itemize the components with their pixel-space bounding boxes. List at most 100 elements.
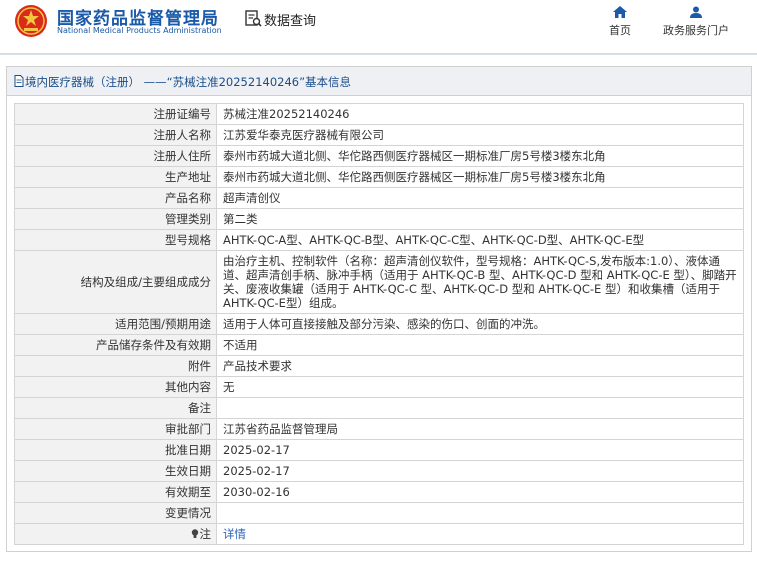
user-icon xyxy=(690,6,702,18)
field-value-text: AHTK-QC-A型、AHTK-QC-B型、AHTK-QC-C型、AHTK-QC… xyxy=(223,233,645,247)
table-row: 产品储存条件及有效期 不适用 xyxy=(14,334,744,356)
field-label-text: 其他内容 xyxy=(165,380,211,394)
field-value xyxy=(216,502,744,524)
field-label-text: 注册人住所 xyxy=(153,149,212,163)
field-label: 变更情况 xyxy=(14,502,217,524)
field-value-text: 超声清创仪 xyxy=(223,191,281,205)
field-label: 注 xyxy=(14,523,217,545)
field-value-text: 产品技术要求 xyxy=(223,359,292,373)
table-row: 注详情 xyxy=(14,523,744,545)
field-label: 产品储存条件及有效期 xyxy=(14,334,217,356)
lightbulb-icon xyxy=(191,529,198,538)
panel-title: 境内医疗器械（注册） ——“苏械注准20252140246”基本信息 xyxy=(25,75,352,89)
field-value: 苏械注准20252140246 xyxy=(216,103,744,125)
field-label: 附件 xyxy=(14,355,217,377)
field-label: 生效日期 xyxy=(14,460,217,482)
table-row: 有效期至 2030-02-16 xyxy=(14,481,744,503)
table-row: 型号规格 AHTK-QC-A型、AHTK-QC-B型、AHTK-QC-C型、AHT… xyxy=(14,229,744,251)
field-value: 泰州市药城大道北侧、华佗路西侧医疗器械区一期标准厂房5号楼3楼东北角 xyxy=(216,145,744,167)
table-row: 管理类别 第二类 xyxy=(14,208,744,230)
field-label-text: 管理类别 xyxy=(165,212,211,226)
field-label: 型号规格 xyxy=(14,229,217,251)
field-value: 不适用 xyxy=(216,334,744,356)
site-header: 国家药品监督管理局 National Medical Products Admi… xyxy=(0,0,757,50)
field-value-text: 江苏爱华泰克医疗器械有限公司 xyxy=(223,128,384,142)
field-label-text: 附件 xyxy=(188,359,211,373)
search-document-icon xyxy=(245,10,262,27)
field-label: 备注 xyxy=(14,397,217,419)
table-row: 产品名称 超声清创仪 xyxy=(14,187,744,209)
nav-service-portal[interactable]: 政务服务门户 xyxy=(656,6,736,38)
table-row: 注册证编号 苏械注准20252140246 xyxy=(14,103,744,125)
field-value: 江苏爱华泰克医疗器械有限公司 xyxy=(216,124,744,146)
field-value xyxy=(216,397,744,419)
table-row: 变更情况 xyxy=(14,502,744,524)
field-label-text: 生效日期 xyxy=(165,464,211,478)
field-value: 2030-02-16 xyxy=(216,481,744,503)
field-label-text: 备注 xyxy=(188,401,211,415)
field-label-text: 注 xyxy=(199,527,212,541)
field-value: 第二类 xyxy=(216,208,744,230)
field-value: AHTK-QC-A型、AHTK-QC-B型、AHTK-QC-C型、AHTK-QC… xyxy=(216,229,744,251)
field-value: 产品技术要求 xyxy=(216,355,744,377)
field-value-text: 第二类 xyxy=(223,212,258,226)
field-label-text: 适用范围/预期用途 xyxy=(115,317,211,331)
field-value-text: 江苏省药品监督管理局 xyxy=(223,422,338,436)
field-label: 生产地址 xyxy=(14,166,217,188)
field-label: 审批部门 xyxy=(14,418,217,440)
field-value: 2025-02-17 xyxy=(216,460,744,482)
field-value: 由治疗主机、控制软件（名称：超声清创仪软件，型号规格：AHTK-QC-S,发布版… xyxy=(216,250,744,314)
field-value-text: 2025-02-17 xyxy=(223,443,290,457)
field-label-text: 结构及组成/主要组成成分 xyxy=(80,275,211,289)
field-label-text: 批准日期 xyxy=(165,443,211,457)
field-label: 批准日期 xyxy=(14,439,217,461)
field-label-text: 产品名称 xyxy=(165,191,211,205)
field-value-text: 适用于人体可直接接触及部分污染、感染的伤口、创面的冲洗。 xyxy=(223,317,545,331)
field-value: 详情 xyxy=(216,523,744,545)
field-label-text: 生产地址 xyxy=(165,170,211,184)
field-label-text: 型号规格 xyxy=(165,233,211,247)
nmpa-emblem-icon[interactable] xyxy=(14,4,48,38)
field-value: 适用于人体可直接接触及部分污染、感染的伤口、创面的冲洗。 xyxy=(216,313,744,335)
field-label-text: 变更情况 xyxy=(165,506,211,520)
field-label-text: 有效期至 xyxy=(165,485,211,499)
document-icon xyxy=(14,75,24,87)
table-row: 附件 产品技术要求 xyxy=(14,355,744,377)
field-value-text: 无 xyxy=(223,380,235,394)
field-label: 其他内容 xyxy=(14,376,217,398)
field-label-text: 审批部门 xyxy=(165,422,211,436)
site-name-en: National Medical Products Administration xyxy=(57,26,222,35)
field-value: 泰州市药城大道北侧、华佗路西侧医疗器械区一期标准厂房5号楼3楼东北角 xyxy=(216,166,744,188)
field-value: 无 xyxy=(216,376,744,398)
table-row: 适用范围/预期用途 适用于人体可直接接触及部分污染、感染的伤口、创面的冲洗。 xyxy=(14,313,744,335)
nav-home[interactable]: 首页 xyxy=(606,6,634,38)
data-query-title: 数据查询 xyxy=(264,14,317,29)
field-value-text: 泰州市药城大道北侧、华佗路西侧医疗器械区一期标准厂房5号楼3楼东北角 xyxy=(223,149,606,163)
details-link[interactable]: 详情 xyxy=(223,527,246,541)
field-label: 适用范围/预期用途 xyxy=(14,313,217,335)
field-label-text: 注册人名称 xyxy=(153,128,212,142)
table-row: 注册人住所 泰州市药城大道北侧、华佗路西侧医疗器械区一期标准厂房5号楼3楼东北角 xyxy=(14,145,744,167)
nav-home-label: 首页 xyxy=(609,24,631,37)
field-label-text: 注册证编号 xyxy=(153,107,212,121)
field-value-text: 不适用 xyxy=(223,338,258,352)
table-row: 审批部门 江苏省药品监督管理局 xyxy=(14,418,744,440)
field-label: 产品名称 xyxy=(14,187,217,209)
field-label: 注册证编号 xyxy=(14,103,217,125)
home-icon xyxy=(613,6,627,18)
field-value-text: 2025-02-17 xyxy=(223,464,290,478)
table-row: 生效日期 2025-02-17 xyxy=(14,460,744,482)
field-value-text: 泰州市药城大道北侧、华佗路西侧医疗器械区一期标准厂房5号楼3楼东北角 xyxy=(223,170,606,184)
field-label: 管理类别 xyxy=(14,208,217,230)
field-value: 超声清创仪 xyxy=(216,187,744,209)
field-label: 有效期至 xyxy=(14,481,217,503)
table-row: 其他内容无 xyxy=(14,376,744,398)
header-divider xyxy=(0,53,757,55)
field-value: 江苏省药品监督管理局 xyxy=(216,418,744,440)
field-value-text: 2030-02-16 xyxy=(223,485,290,499)
field-value-text: 由治疗主机、控制软件（名称：超声清创仪软件，型号规格：AHTK-QC-S,发布版… xyxy=(223,254,737,310)
info-panel: 境内医疗器械（注册） ——“苏械注准20252140246”基本信息 注册证编号… xyxy=(6,66,752,552)
table-row: 注册人名称 江苏爱华泰克医疗器械有限公司 xyxy=(14,124,744,146)
field-label: 结构及组成/主要组成成分 xyxy=(14,250,217,314)
table-row: 生产地址 泰州市药城大道北侧、华佗路西侧医疗器械区一期标准厂房5号楼3楼东北角 xyxy=(14,166,744,188)
